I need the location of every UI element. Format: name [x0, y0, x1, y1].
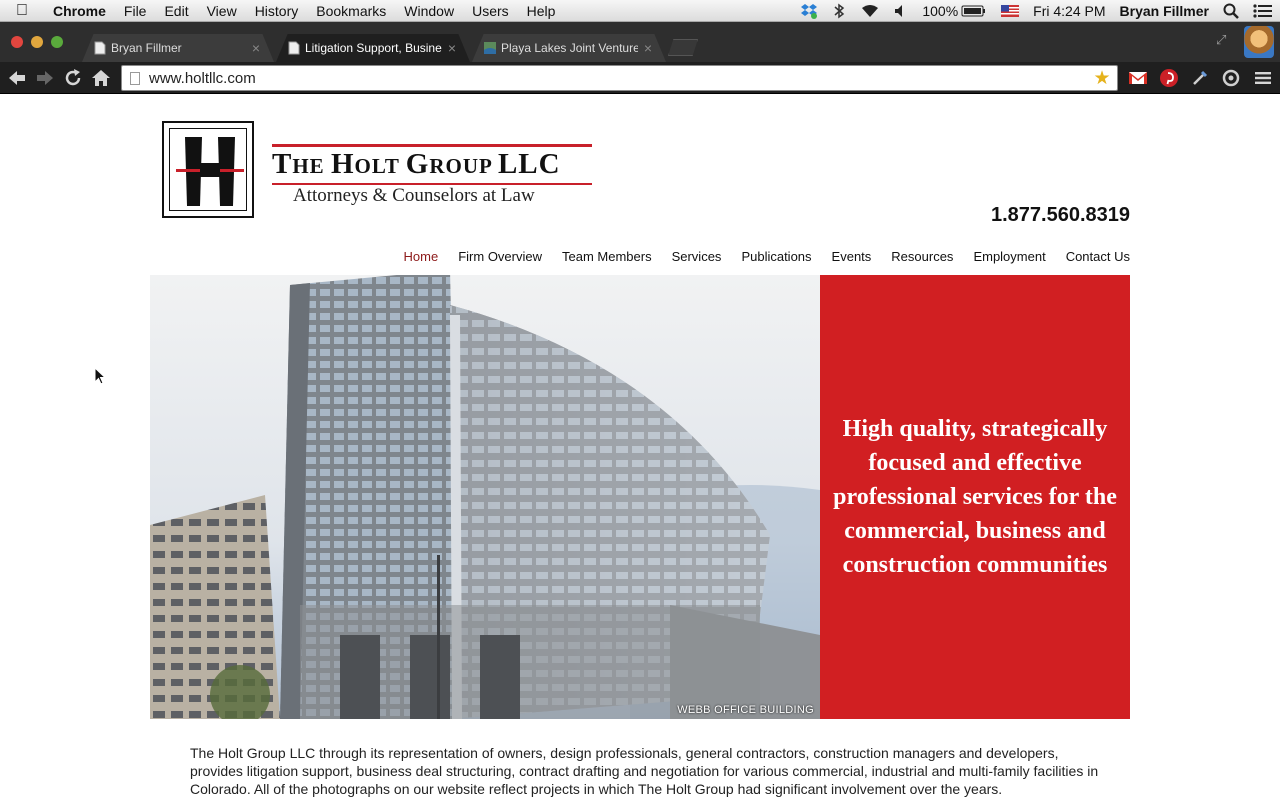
nav-team-members[interactable]: Team Members	[562, 249, 652, 264]
web-page: THE HOLT GROUP LLC Attorneys & Counselor…	[0, 94, 1280, 800]
new-tab-button[interactable]	[668, 39, 698, 56]
logo-name-part: H	[330, 148, 355, 180]
tab-close-icon[interactable]: ×	[448, 40, 456, 56]
tab-strip: Bryan Fillmer × Litigation Support, Busi…	[0, 22, 1280, 62]
forward-icon[interactable]	[33, 66, 57, 90]
battery-status[interactable]: 100%	[915, 0, 994, 22]
nav-firm-overview[interactable]: Firm Overview	[458, 249, 542, 264]
avatar[interactable]	[1244, 26, 1274, 58]
tab-playa-lakes[interactable]: Playa Lakes Joint Venture ×	[472, 34, 666, 62]
minimize-window-button[interactable]	[31, 36, 43, 48]
page-favicon-icon	[288, 41, 300, 55]
page-icon	[130, 71, 140, 85]
reload-icon[interactable]	[61, 66, 85, 90]
flag-icon[interactable]	[994, 4, 1026, 17]
close-window-button[interactable]	[11, 36, 23, 48]
logo-name: THE HOLT GROUP LLC	[272, 147, 592, 183]
pinterest-icon[interactable]	[1158, 67, 1180, 89]
hero-caption: WEBB OFFICE BUILDING	[677, 704, 814, 716]
logo-mark[interactable]	[162, 121, 254, 218]
logo-name-part: G	[405, 148, 430, 180]
star-icon[interactable]: ★	[1091, 67, 1113, 90]
tagline: High quality, strategically focused and …	[833, 416, 1117, 578]
apple-icon[interactable]: 	[0, 2, 44, 20]
mouse-cursor-icon	[94, 367, 106, 385]
nav-resources[interactable]: Resources	[891, 249, 953, 264]
menu-window[interactable]: Window	[395, 0, 463, 22]
address-bar[interactable]: ★	[121, 65, 1118, 91]
nav-events[interactable]: Events	[832, 249, 872, 264]
main-nav: Home Firm Overview Team Members Services…	[404, 249, 1130, 264]
gmail-icon[interactable]	[1127, 67, 1149, 89]
office-building-photo	[150, 275, 820, 719]
spotlight-icon[interactable]	[1216, 3, 1246, 19]
extension-icon[interactable]	[1220, 67, 1242, 89]
logo-name-part: T	[272, 148, 293, 180]
logo-subtitle: Attorneys & Counselors at Law	[293, 185, 535, 206]
tab-title: Playa Lakes Joint Venture	[501, 41, 638, 55]
battery-icon	[961, 5, 986, 16]
phone-number[interactable]: 1.877.560.8319	[991, 204, 1130, 227]
tab-close-icon[interactable]: ×	[252, 40, 260, 56]
nav-publications[interactable]: Publications	[741, 249, 811, 264]
eyedropper-icon[interactable]	[1189, 67, 1211, 89]
tab-close-icon[interactable]: ×	[644, 40, 652, 56]
logo-name-part: ROUP	[429, 154, 498, 178]
wifi-icon[interactable]	[853, 4, 887, 18]
logo-h-icon	[176, 137, 244, 206]
page-favicon-icon	[94, 41, 106, 55]
logo-name-part: HE	[292, 154, 331, 178]
home-icon[interactable]	[89, 66, 113, 90]
battery-percent: 100%	[922, 2, 959, 19]
volume-icon[interactable]	[887, 4, 915, 18]
menu-file[interactable]: File	[115, 0, 156, 22]
menu-app-chrome[interactable]: Chrome	[44, 0, 115, 22]
notification-list-icon[interactable]	[1246, 3, 1280, 19]
logo-name-part: LLC	[497, 148, 561, 180]
url-input[interactable]	[149, 67, 1091, 89]
tagline-panel: High quality, strategically focused and …	[820, 275, 1130, 719]
clock[interactable]: Fri 4:24 PM	[1026, 0, 1112, 22]
site-favicon-icon	[484, 42, 496, 54]
menu-edit[interactable]: Edit	[155, 0, 197, 22]
user-name[interactable]: Bryan Fillmer	[1113, 0, 1216, 22]
menu-bar:  Chrome File Edit View History Bookmark…	[0, 0, 1280, 22]
logo-name-part: OLT	[354, 154, 406, 178]
menu-history[interactable]: History	[246, 0, 308, 22]
menu-help[interactable]: Help	[518, 0, 565, 22]
chrome-menu-icon[interactable]	[1252, 67, 1274, 89]
nav-employment[interactable]: Employment	[973, 249, 1045, 264]
nav-services[interactable]: Services	[672, 249, 722, 264]
intro-paragraph: The Holt Group LLC through its represent…	[190, 745, 1099, 797]
tab-title: Litigation Support, Business	[305, 41, 442, 55]
nav-contact-us[interactable]: Contact Us	[1066, 249, 1130, 264]
tab-bryan-fillmer[interactable]: Bryan Fillmer ×	[82, 34, 274, 62]
zoom-window-button[interactable]	[51, 36, 63, 48]
nav-home[interactable]: Home	[404, 249, 439, 264]
bluetooth-icon[interactable]	[825, 3, 853, 19]
logo-mark-frame	[169, 128, 247, 211]
tab-litigation-support[interactable]: Litigation Support, Business ×	[276, 34, 470, 62]
menu-view[interactable]: View	[198, 0, 246, 22]
menu-users[interactable]: Users	[463, 0, 518, 22]
tab-title: Bryan Fillmer	[111, 41, 182, 55]
fullscreen-icon[interactable]: ⤢	[1216, 32, 1234, 47]
logo-wordmark[interactable]: THE HOLT GROUP LLC Attorneys & Counselor…	[272, 144, 592, 207]
menu-bookmarks[interactable]: Bookmarks	[307, 0, 395, 22]
browser-toolbar: ★	[0, 62, 1280, 94]
back-icon[interactable]	[5, 66, 29, 90]
hero-image: WEBB OFFICE BUILDING	[150, 275, 820, 719]
dropbox-icon[interactable]	[793, 3, 825, 19]
